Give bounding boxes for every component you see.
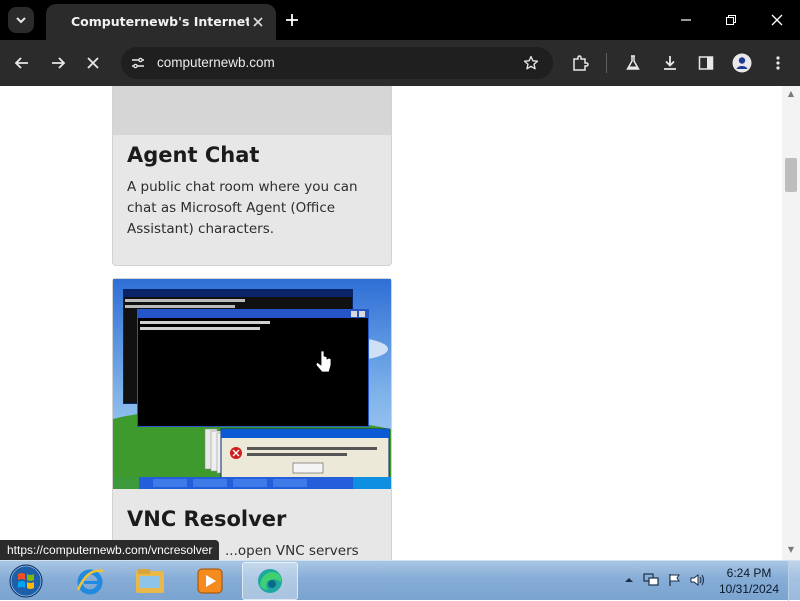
scrollbar-thumb[interactable]: [785, 158, 797, 192]
network-tray-icon[interactable]: [642, 571, 660, 589]
card-title[interactable]: VNC Resolver: [127, 507, 286, 531]
close-icon: [253, 17, 263, 27]
tab-close-button[interactable]: [249, 13, 267, 31]
downloads-button[interactable]: [658, 51, 682, 75]
taskbar-edge[interactable]: [242, 562, 298, 600]
card-image: [113, 86, 391, 135]
card-description: ...open VNC servers that: [225, 543, 359, 559]
clock-time: 6:24 PM: [726, 566, 772, 580]
menu-button[interactable]: [766, 51, 790, 75]
address-bar[interactable]: computernewb.com: [121, 47, 553, 79]
network-icon: [643, 573, 659, 586]
arrow-left-icon: [14, 57, 28, 69]
tab-title: Computernewb's Internet Pub: [71, 14, 249, 29]
volume-tray-icon[interactable]: [689, 571, 707, 589]
side-panel-icon: [698, 56, 714, 70]
taskbar-media-player[interactable]: [182, 562, 238, 600]
site-info-icon[interactable]: [129, 54, 147, 72]
start-button[interactable]: [4, 562, 48, 600]
internet-explorer-icon: [76, 569, 104, 595]
scroll-down-arrow-icon[interactable]: ▼: [786, 546, 796, 554]
card-description: A public chat room where you can chat as…: [127, 179, 358, 237]
stop-loading-button[interactable]: [81, 51, 105, 75]
folder-icon: [136, 569, 164, 593]
browser-toolbar: computernewb.com: [0, 40, 800, 86]
chevron-up-icon: [625, 578, 633, 582]
taskbar-file-explorer[interactable]: [122, 562, 178, 600]
browser-tab[interactable]: Computernewb's Internet Pub: [46, 4, 276, 40]
chevron-down-icon: [16, 17, 26, 24]
tab-search-button[interactable]: [8, 7, 34, 33]
close-window-button[interactable]: [767, 10, 787, 30]
speaker-icon: [690, 574, 705, 586]
url-text[interactable]: computernewb.com: [157, 55, 275, 70]
tab-strip: Computernewb's Internet Pub: [0, 0, 800, 40]
profile-button[interactable]: [730, 51, 754, 75]
taskbar-internet-explorer[interactable]: [62, 562, 118, 600]
link-status-bubble: https://computernewb.com/vncresolver: [0, 540, 220, 561]
card-vnc-resolver[interactable]: VNC Resolver ...open VNC servers that: [112, 278, 392, 560]
page-viewport: Agent Chat A public chat room where you …: [0, 86, 800, 560]
vnc-screenshot-image[interactable]: [113, 279, 391, 489]
taskbar-clock[interactable]: 6:24 PM 10/31/2024: [714, 565, 784, 597]
plus-icon: [286, 14, 298, 26]
back-button[interactable]: [10, 51, 34, 75]
windows-orb-icon: [9, 564, 43, 598]
windows-taskbar: 6:24 PM 10/31/2024: [0, 560, 800, 601]
scroll-up-arrow-icon[interactable]: ▲: [786, 90, 796, 98]
show-desktop-button[interactable]: [788, 561, 800, 601]
labs-button[interactable]: [621, 51, 645, 75]
avatar-icon: [732, 53, 752, 73]
flag-icon: [669, 574, 680, 586]
show-hidden-icons-button[interactable]: [620, 571, 638, 589]
minimize-icon: [681, 19, 691, 21]
card-title[interactable]: Agent Chat: [127, 143, 259, 167]
action-center-tray-icon[interactable]: [666, 571, 684, 589]
restore-button[interactable]: [721, 10, 741, 30]
close-icon: [771, 14, 783, 26]
media-player-icon: [197, 568, 223, 594]
download-icon: [664, 56, 676, 70]
close-icon: [87, 57, 99, 69]
toolbar-separator: [606, 53, 607, 73]
extensions-button[interactable]: [568, 51, 592, 75]
restore-icon: [726, 15, 736, 25]
minimize-button[interactable]: [676, 10, 696, 30]
edge-icon: [258, 569, 282, 593]
side-panel-button[interactable]: [694, 51, 718, 75]
forward-button[interactable]: [46, 51, 70, 75]
clock-date: 10/31/2024: [718, 582, 780, 596]
arrow-right-icon: [52, 57, 66, 69]
bookmark-star-icon[interactable]: [521, 53, 541, 73]
flask-icon: [626, 55, 640, 70]
puzzle-icon: [573, 55, 589, 71]
more-vert-icon: [776, 56, 780, 70]
new-tab-button[interactable]: [282, 10, 302, 30]
card-agent-chat[interactable]: Agent Chat A public chat room where you …: [112, 86, 392, 266]
